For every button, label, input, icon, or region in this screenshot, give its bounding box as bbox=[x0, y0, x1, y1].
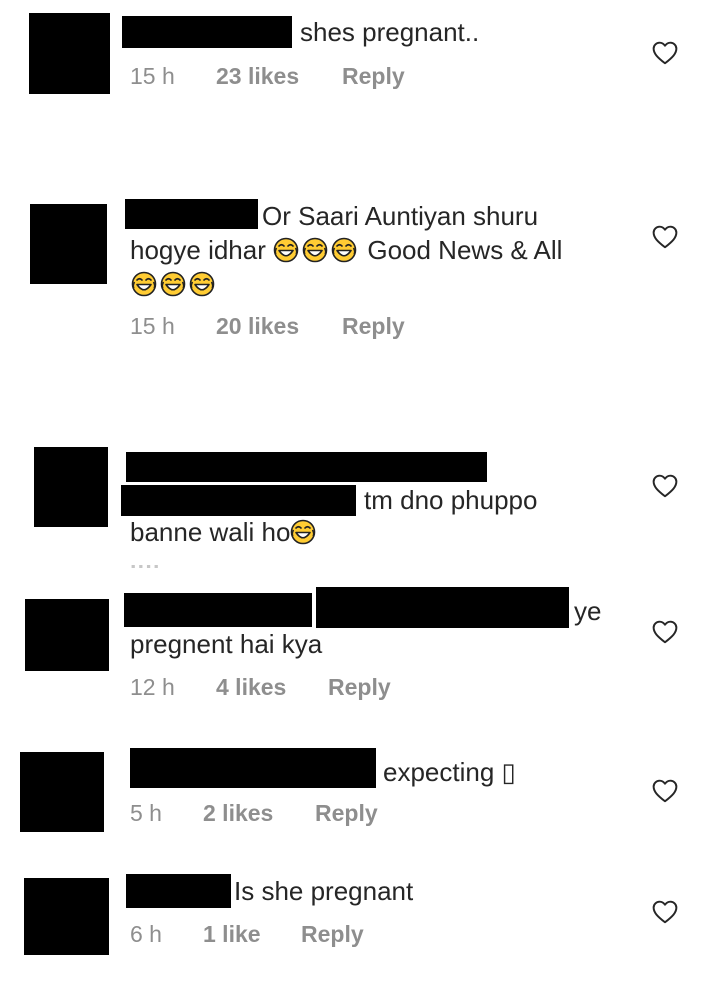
reply-button[interactable]: Reply bbox=[315, 800, 378, 827]
comment-text-line-2: hogye idhar Good News & All bbox=[130, 234, 562, 267]
comment-text-line-2: pregnent hai kya bbox=[130, 629, 323, 659]
redacted-username[interactable] bbox=[126, 874, 231, 908]
comment-text-line-1: ye bbox=[574, 596, 602, 626]
avatar[interactable] bbox=[30, 204, 107, 284]
avatar[interactable] bbox=[29, 13, 110, 94]
likes-count[interactable]: 1 like bbox=[203, 921, 261, 948]
heart-icon[interactable] bbox=[652, 474, 678, 498]
comment-text-segment: banne wali ho bbox=[130, 517, 291, 547]
comment-time: 15 h bbox=[130, 313, 175, 339]
comment-time: 6 h bbox=[130, 921, 162, 947]
overlapped-meta-row: ···· bbox=[120, 565, 570, 587]
heart-icon[interactable] bbox=[652, 779, 678, 803]
heart-icon[interactable] bbox=[652, 225, 678, 249]
comment-text: Is she pregnant bbox=[234, 876, 414, 906]
comment-text: expecting ▯ bbox=[383, 757, 516, 787]
comment-text-line-1: Or Saari Auntiyan shuru bbox=[262, 201, 539, 231]
avatar[interactable] bbox=[34, 447, 108, 527]
comment-emoji-line bbox=[131, 268, 218, 301]
laughing-tears-emoji-icon bbox=[302, 237, 328, 263]
comment-text-segment: hogye idhar bbox=[130, 235, 266, 265]
comment-text-line-2: banne wali ho bbox=[130, 516, 319, 549]
likes-count[interactable]: 4 likes bbox=[216, 674, 286, 701]
partial-meta-fragment: ···· bbox=[130, 565, 161, 579]
laughing-tears-emoji-icon bbox=[131, 271, 157, 297]
laughing-tears-emoji-icon bbox=[331, 237, 357, 263]
laughing-tears-emoji-icon bbox=[290, 519, 316, 545]
laughing-tears-emoji-icon bbox=[273, 237, 299, 263]
reply-button[interactable]: Reply bbox=[342, 313, 405, 340]
laughing-tears-emoji-icon bbox=[160, 271, 186, 297]
likes-count[interactable]: 23 likes bbox=[216, 63, 299, 90]
laughing-tears-emoji-icon bbox=[189, 271, 215, 297]
reply-button[interactable]: Reply bbox=[342, 63, 405, 90]
reply-button[interactable]: Reply bbox=[328, 674, 391, 701]
redacted-username[interactable] bbox=[125, 199, 258, 229]
avatar[interactable] bbox=[24, 878, 109, 955]
comment-time: 12 h bbox=[130, 674, 175, 700]
redacted-username[interactable] bbox=[124, 593, 312, 627]
redacted-mention[interactable] bbox=[316, 587, 569, 628]
likes-count[interactable]: 2 likes bbox=[203, 800, 273, 827]
heart-icon[interactable] bbox=[652, 900, 678, 924]
heart-icon[interactable] bbox=[652, 41, 678, 65]
redacted-username[interactable] bbox=[126, 452, 487, 482]
comment-text-segment: Good News & All bbox=[367, 235, 563, 265]
likes-count[interactable]: 20 likes bbox=[216, 313, 299, 340]
comment-time: 15 h bbox=[130, 63, 175, 89]
comment-text-line-1: tm dno phuppo bbox=[364, 485, 538, 515]
redacted-username[interactable] bbox=[130, 748, 376, 788]
avatar[interactable] bbox=[20, 752, 104, 832]
reply-button[interactable]: Reply bbox=[301, 921, 364, 948]
avatar[interactable] bbox=[25, 599, 109, 671]
heart-icon[interactable] bbox=[652, 620, 678, 644]
redacted-mention[interactable] bbox=[121, 485, 356, 516]
redacted-username[interactable] bbox=[122, 16, 292, 48]
comment-time: 5 h bbox=[130, 800, 162, 826]
comment-text: shes pregnant.. bbox=[300, 17, 480, 47]
